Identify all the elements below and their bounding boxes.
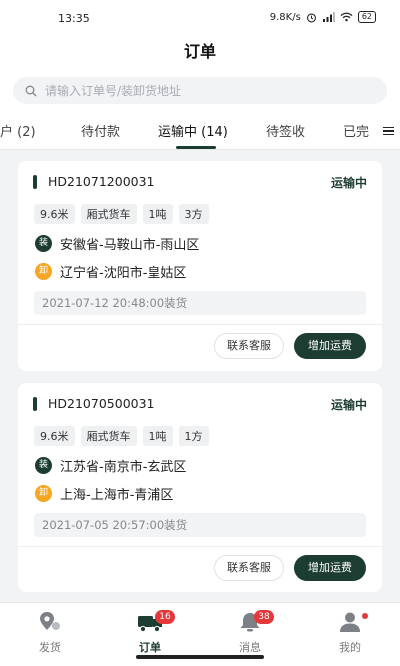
- tag-vehicle-type: 厢式货车: [80, 204, 137, 224]
- contact-service-button[interactable]: 联系客服: [214, 333, 284, 359]
- load-address: 装 安徽省-马鞍山市-雨山区: [35, 234, 199, 253]
- search-placeholder: 请输入订单号/装卸货地址: [45, 84, 182, 98]
- load-badge: 装: [35, 235, 52, 252]
- menu-icon[interactable]: [376, 118, 400, 144]
- tab-completed[interactable]: 已完: [343, 121, 369, 140]
- tag-length: 9.6米: [34, 204, 75, 224]
- unload-badge: 卸: [35, 485, 52, 502]
- nav-orders-label: 订单: [139, 641, 161, 654]
- unload-address-text: 辽宁省-沈阳市-皇姑区: [60, 266, 187, 281]
- tag-weight: 1吨: [142, 426, 173, 446]
- unload-address-text: 上海-上海市-青浦区: [60, 488, 174, 503]
- status-tabs: 户 (2) 待付款 运输中 (14) 待签收 已完: [0, 114, 400, 150]
- order-card[interactable]: HD21070500031 运输中 9.6米 厢式货车 1吨 1方 装 江苏省-…: [18, 383, 382, 592]
- order-card[interactable]: HD21071200031 运输中 9.6米 厢式货车 1吨 3方 装 安徽省-…: [18, 161, 382, 371]
- location-pin-icon: [40, 612, 60, 630]
- tag-weight: 1吨: [142, 204, 173, 224]
- nav-mine-dot: [362, 613, 368, 619]
- network-speed: 9.8K/s: [269, 11, 301, 23]
- status-time: 13:35: [58, 12, 90, 25]
- load-badge: 装: [35, 457, 52, 474]
- search-icon: [25, 85, 37, 96]
- status-indicators: 9.8K/s 62: [270, 11, 376, 23]
- tag-volume: 1方: [178, 426, 209, 446]
- vehicle-tags: 9.6米 厢式货车 1吨 3方: [34, 204, 209, 224]
- tabs-divider: [0, 149, 400, 150]
- order-number: HD21070500031: [48, 396, 155, 411]
- card-divider: [18, 324, 382, 325]
- load-address-text: 江苏省-南京市-玄武区: [60, 460, 187, 475]
- order-status: 运输中: [330, 176, 367, 190]
- user-icon: [340, 612, 360, 632]
- load-address: 装 江苏省-南京市-玄武区: [35, 456, 186, 475]
- status-bar: 13:35 9.8K/s 62: [0, 0, 400, 32]
- vehicle-tags: 9.6米 厢式货车 1吨 1方: [34, 426, 209, 446]
- load-time: 2021-07-12 20:48:00装货: [34, 291, 366, 315]
- nav-mine-label: 我的: [339, 641, 361, 654]
- tag-vehicle-type: 厢式货车: [80, 426, 137, 446]
- tab-in-transit[interactable]: 运输中 (14): [158, 121, 228, 140]
- contact-service-button[interactable]: 联系客服: [214, 555, 284, 581]
- unload-address: 卸 上海-上海市-青浦区: [35, 484, 173, 503]
- tab-pending-sign[interactable]: 待签收: [266, 121, 305, 140]
- nav-ship[interactable]: 发货: [0, 603, 100, 666]
- order-marker: [33, 175, 37, 189]
- unload-address: 卸 辽宁省-沈阳市-皇姑区: [35, 262, 186, 281]
- nav-messages-badge: 38: [254, 610, 274, 624]
- order-marker: [33, 397, 37, 411]
- tab-ship[interactable]: 户 (2): [0, 121, 36, 140]
- nav-mine[interactable]: 我的: [300, 603, 400, 666]
- battery-icon: 62: [357, 11, 376, 23]
- add-fee-button[interactable]: 增加运费: [294, 555, 366, 581]
- nav-ship-label: 发货: [39, 641, 61, 654]
- order-status: 运输中: [330, 398, 367, 412]
- unload-badge: 卸: [35, 263, 52, 280]
- home-indicator: [136, 655, 264, 659]
- top-area: 13:35 9.8K/s 62 订单 请输入订单号/装卸货地址 户 (2) 待付…: [0, 0, 400, 150]
- load-time: 2021-07-05 20:57:00装货: [34, 513, 366, 537]
- nav-orders-badge: 16: [155, 610, 175, 624]
- nav-messages-label: 消息: [239, 641, 261, 654]
- alarm-icon: [306, 12, 316, 22]
- order-number: HD21071200031: [48, 174, 155, 189]
- wifi-icon: [340, 12, 353, 22]
- tag-volume: 3方: [178, 204, 209, 224]
- load-address-text: 安徽省-马鞍山市-雨山区: [60, 238, 200, 253]
- page-title: 订单: [183, 42, 216, 61]
- signal-icon: [322, 12, 335, 22]
- tab-pending-payment[interactable]: 待付款: [81, 121, 120, 140]
- search-input[interactable]: 请输入订单号/装卸货地址: [13, 77, 387, 104]
- card-divider: [18, 546, 382, 547]
- add-fee-button[interactable]: 增加运费: [294, 333, 366, 359]
- tag-length: 9.6米: [34, 426, 75, 446]
